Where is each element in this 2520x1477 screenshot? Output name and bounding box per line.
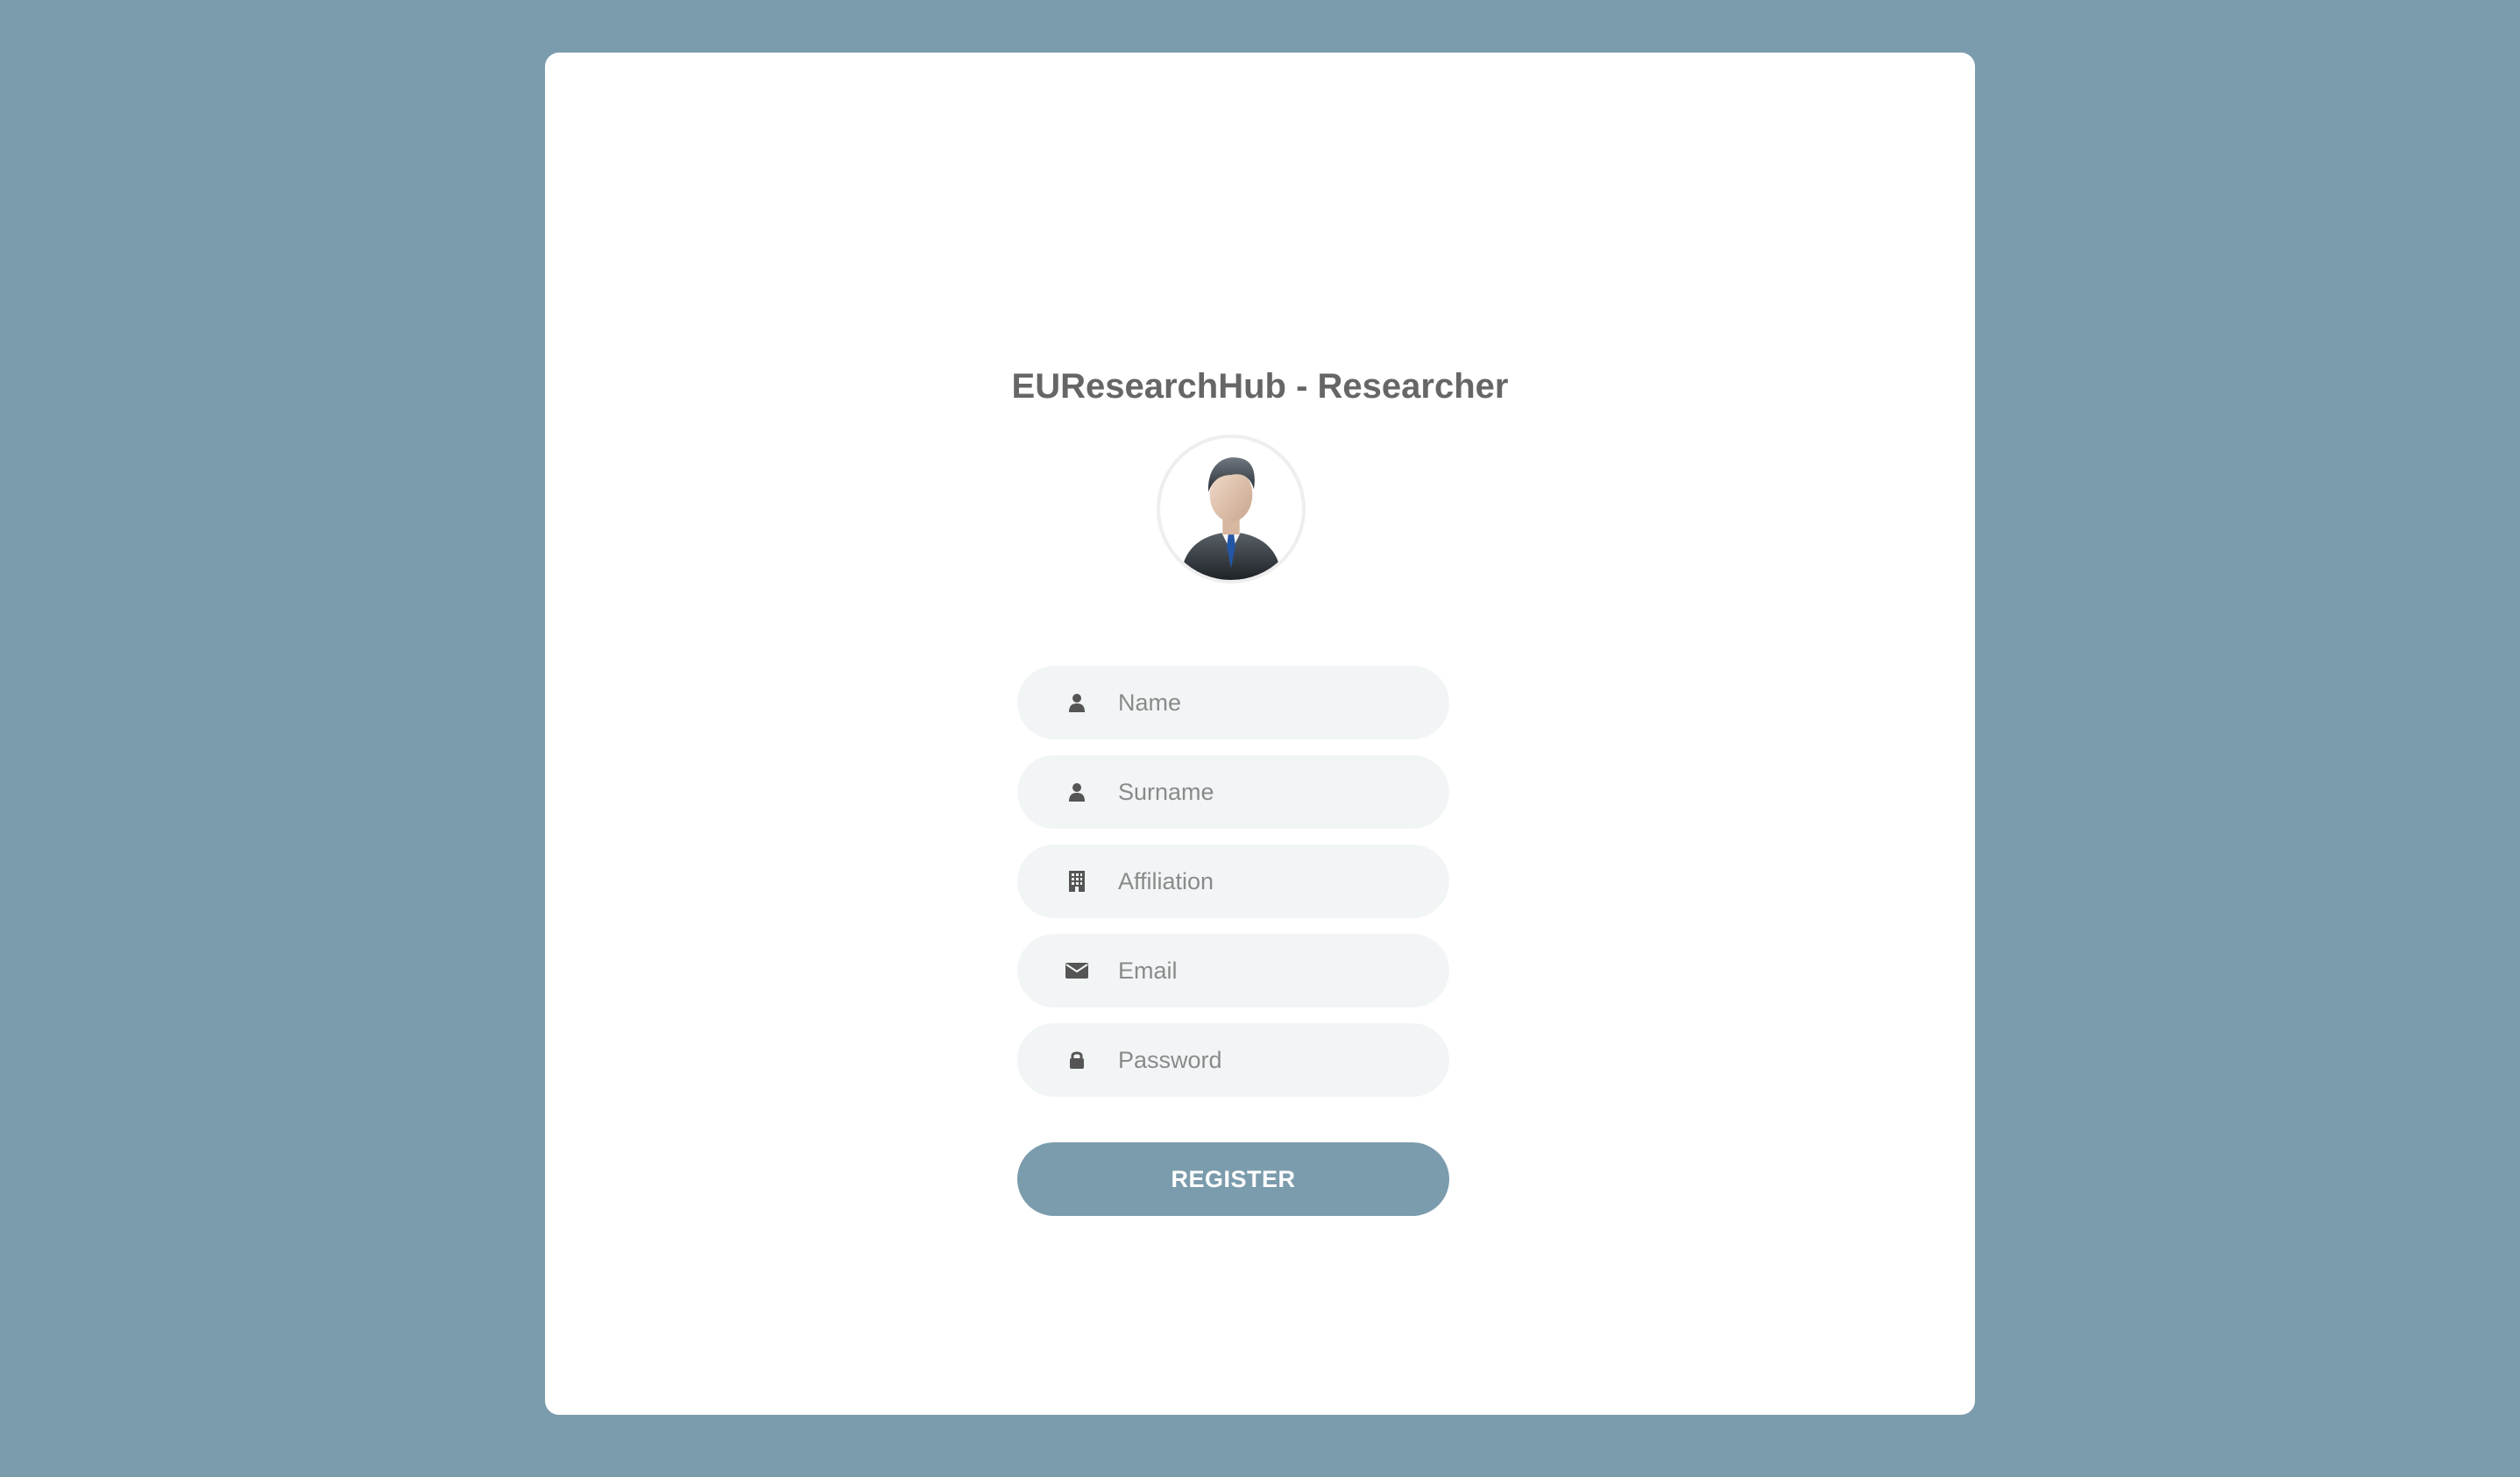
- surname-field-container: [1017, 755, 1449, 829]
- register-button[interactable]: REGISTER: [1017, 1142, 1449, 1216]
- avatar: [1157, 435, 1306, 583]
- name-input[interactable]: [1017, 666, 1449, 739]
- name-field-container: [1017, 666, 1449, 739]
- businessman-avatar-icon: [1179, 457, 1283, 580]
- affiliation-field-container: [1017, 845, 1449, 918]
- page-title: EUResearchHub - Researcher: [1011, 367, 1509, 406]
- register-card: EUResearchHub - Researcher Name Surname …: [545, 53, 1975, 1415]
- register-form: REGISTER: [1017, 666, 1449, 1216]
- surname-input[interactable]: [1017, 755, 1449, 829]
- email-field-container: [1017, 934, 1449, 1007]
- affiliation-input[interactable]: [1017, 845, 1449, 918]
- email-input[interactable]: [1017, 934, 1449, 1007]
- password-field-container: [1017, 1023, 1449, 1097]
- password-input[interactable]: [1017, 1023, 1449, 1097]
